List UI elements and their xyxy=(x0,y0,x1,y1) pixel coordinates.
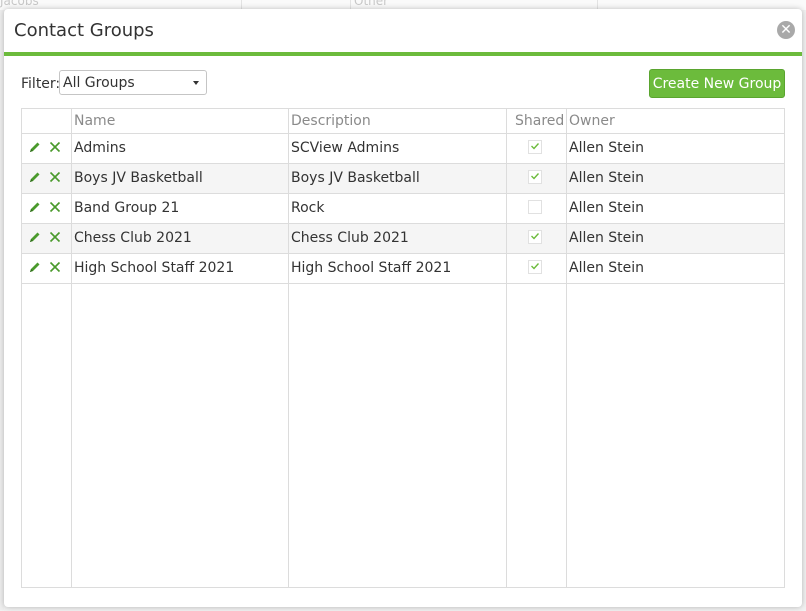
checkmark-icon xyxy=(531,173,540,180)
shared-checkbox[interactable] xyxy=(528,260,542,274)
groups-table: Name Description Shared Owner Admins SCVi… xyxy=(21,108,785,588)
close-button[interactable]: ✕ xyxy=(777,21,795,39)
delete-x-icon[interactable] xyxy=(48,170,62,184)
edit-pencil-icon[interactable] xyxy=(28,200,42,214)
dialog-header: Contact Groups ✕ xyxy=(4,9,802,56)
cell-description: High School Staff 2021 xyxy=(291,260,452,276)
cell-owner: Allen Stein xyxy=(569,200,645,216)
cell-name: High School Staff 2021 xyxy=(74,260,235,276)
checkmark-icon xyxy=(531,263,540,270)
edit-pencil-icon[interactable] xyxy=(28,230,42,244)
cell-owner: Allen Stein xyxy=(569,140,645,156)
cell-description: Rock xyxy=(291,200,325,216)
delete-x-icon[interactable] xyxy=(48,230,62,244)
column-header-shared[interactable]: Shared xyxy=(515,113,564,129)
checkmark-icon xyxy=(531,143,540,150)
contact-groups-dialog: Contact Groups ✕ Filter: All Groups Crea… xyxy=(4,9,802,607)
delete-x-icon[interactable] xyxy=(48,200,62,214)
filter-dropdown[interactable]: All Groups xyxy=(59,70,207,95)
cell-description: SCView Admins xyxy=(291,140,400,156)
filter-selected-value: All Groups xyxy=(63,75,135,91)
shared-checkbox[interactable] xyxy=(528,200,542,214)
close-icon: ✕ xyxy=(780,22,792,38)
edit-pencil-icon[interactable] xyxy=(28,260,42,274)
table-header-row: Name Description Shared Owner xyxy=(22,109,784,134)
background-cell: Jacobs xyxy=(0,0,39,8)
edit-pencil-icon[interactable] xyxy=(28,170,42,184)
column-header-description[interactable]: Description xyxy=(291,113,371,129)
cell-owner: Allen Stein xyxy=(569,170,645,186)
cell-owner: Allen Stein xyxy=(569,260,645,276)
edit-pencil-icon[interactable] xyxy=(28,140,42,154)
shared-checkbox[interactable] xyxy=(528,140,542,154)
create-new-group-button[interactable]: Create New Group xyxy=(649,69,785,98)
cell-description: Chess Club 2021 xyxy=(291,230,409,246)
cell-owner: Allen Stein xyxy=(569,230,645,246)
shared-checkbox[interactable] xyxy=(528,170,542,184)
column-header-name[interactable]: Name xyxy=(74,113,115,129)
cell-name: Boys JV Basketball xyxy=(74,170,203,186)
shared-checkbox[interactable] xyxy=(528,230,542,244)
dialog-title: Contact Groups xyxy=(14,20,154,41)
table-row[interactable]: Admins SCView Admins Allen Stein xyxy=(22,134,784,164)
table-row[interactable]: Band Group 21 Rock Allen Stein xyxy=(22,194,784,224)
column-divider xyxy=(506,109,507,587)
cell-description: Boys JV Basketball xyxy=(291,170,420,186)
table-row[interactable]: High School Staff 2021 High School Staff … xyxy=(22,254,784,284)
column-divider xyxy=(288,109,289,587)
cell-name: Admins xyxy=(74,140,126,156)
delete-x-icon[interactable] xyxy=(48,140,62,154)
table-row[interactable]: Chess Club 2021 Chess Club 2021 Allen Stei… xyxy=(22,224,784,254)
column-divider xyxy=(566,109,567,587)
table-row[interactable]: Boys JV Basketball Boys JV Basketball Alle… xyxy=(22,164,784,194)
filter-label: Filter: xyxy=(21,76,61,92)
checkmark-icon xyxy=(531,233,540,240)
cell-name: Chess Club 2021 xyxy=(74,230,192,246)
column-divider xyxy=(71,109,72,587)
cell-name: Band Group 21 xyxy=(74,200,180,216)
dropdown-arrow-icon xyxy=(193,81,199,85)
delete-x-icon[interactable] xyxy=(48,260,62,274)
background-cell: Other xyxy=(354,0,389,8)
column-header-owner[interactable]: Owner xyxy=(569,113,615,129)
